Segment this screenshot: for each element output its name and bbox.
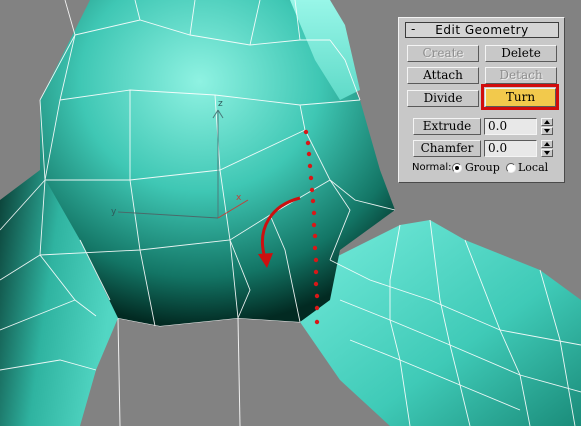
detach-button[interactable]: Detach: [485, 67, 557, 84]
radio-group[interactable]: [452, 163, 462, 173]
spinner-up-icon[interactable]: [541, 140, 553, 148]
axis-label-x: x: [236, 193, 242, 203]
extrude-amount-field[interactable]: 0.0: [484, 118, 537, 135]
create-button[interactable]: Create: [407, 45, 479, 62]
chamfer-spinner[interactable]: [541, 140, 553, 157]
turn-button-highlight: [481, 84, 559, 110]
divide-button[interactable]: Divide: [407, 90, 479, 107]
delete-button[interactable]: Delete: [485, 45, 557, 62]
extrude-spinner[interactable]: [541, 118, 553, 135]
spinner-up-icon[interactable]: [541, 118, 553, 126]
attach-button[interactable]: Attach: [407, 67, 479, 84]
radio-group-label[interactable]: Group: [465, 161, 500, 175]
axis-label-y: y: [111, 207, 117, 217]
rollout-header[interactable]: - Edit Geometry: [405, 22, 559, 38]
rollout-title: Edit Geometry: [435, 23, 529, 37]
normal-label: Normal:: [412, 162, 452, 173]
axis-label-z: z: [218, 99, 223, 109]
chamfer-button[interactable]: Chamfer: [413, 140, 481, 157]
spinner-down-icon[interactable]: [541, 149, 553, 157]
radio-local-label[interactable]: Local: [518, 161, 548, 175]
radio-local[interactable]: [506, 163, 516, 173]
extrude-button[interactable]: Extrude: [413, 118, 481, 135]
chamfer-amount-field[interactable]: 0.0: [484, 140, 537, 157]
spinner-down-icon[interactable]: [541, 127, 553, 135]
